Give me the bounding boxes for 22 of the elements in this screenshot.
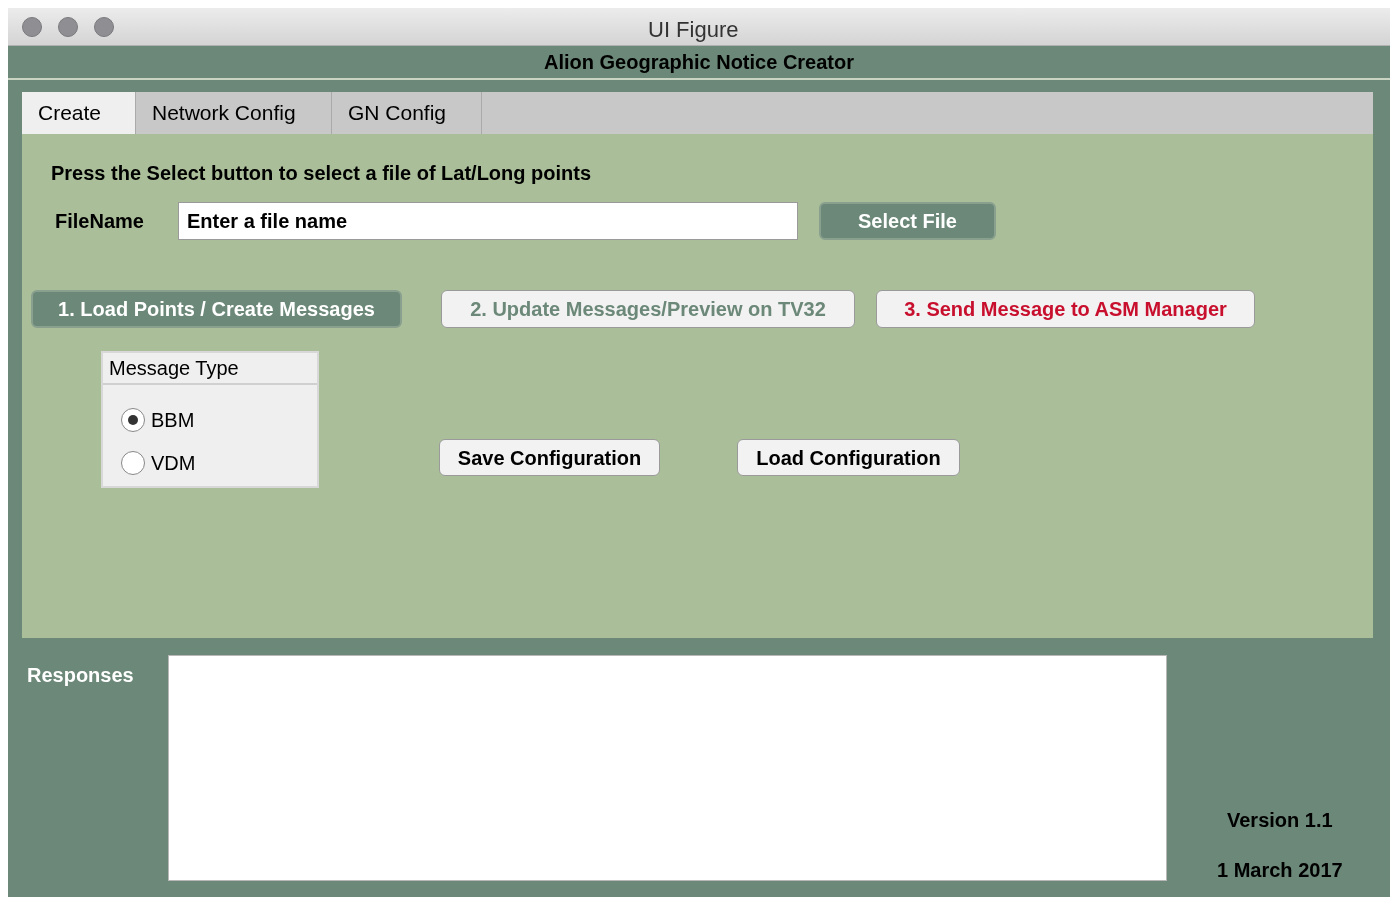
responses-label: Responses <box>27 663 135 684</box>
instruction-text: Press the Select button to select a file of Lat/Long points <box>51 161 593 186</box>
radio-button[interactable] <box>121 451 145 475</box>
radio-label: VDM <box>151 451 196 476</box>
close-button[interactable] <box>22 16 42 37</box>
filename-field[interactable]: Enter a file name <box>178 202 798 240</box>
radio-label: BBM <box>151 408 195 433</box>
config-button[interactable]: Save Configuration <box>439 439 660 476</box>
window-title: UI Figure <box>648 16 739 44</box>
radio-button[interactable] <box>121 408 145 432</box>
action-button[interactable]: 3. Send Message to ASM Manager <box>876 290 1255 328</box>
app-title: Alion Geographic Notice Creator <box>543 50 855 75</box>
filename-label: FileName <box>55 209 145 234</box>
panel-title: Message Type <box>109 356 239 381</box>
tab[interactable]: Create <box>22 92 136 134</box>
select-file-button[interactable]: Select File <box>819 202 996 240</box>
config-button[interactable]: Load Configuration <box>737 439 960 476</box>
version-text: Version 1.1 <box>1227 808 1333 833</box>
zoom-button[interactable] <box>94 16 114 37</box>
date-text: 1 March 2017 <box>1217 858 1343 883</box>
minimize-button[interactable] <box>58 16 78 37</box>
action-button[interactable]: 1. Load Points / Create Messages <box>31 290 402 328</box>
